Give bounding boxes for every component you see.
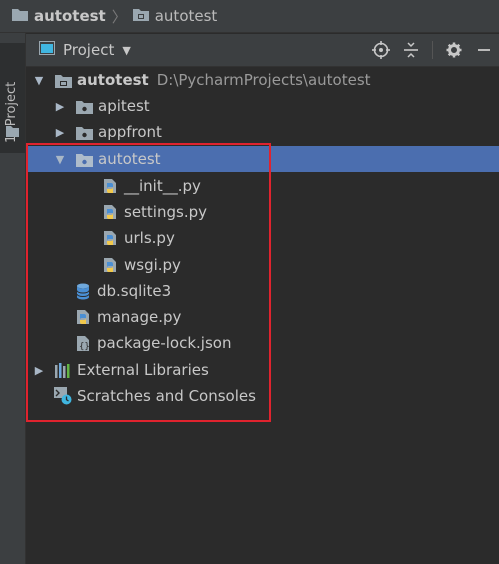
- python-file-icon: [101, 203, 119, 221]
- expand-arrow-icon[interactable]: ▶: [53, 100, 67, 113]
- toolbar-separator: [432, 41, 433, 59]
- tree-node-label: package-lock.json: [97, 334, 232, 352]
- folder-icon: [54, 71, 72, 89]
- project-tool-tab[interactable]: 1: Project: [0, 43, 25, 153]
- project-toolbar: Project ▼: [26, 34, 499, 67]
- tree-node-label: settings.py: [124, 203, 207, 221]
- tree-node-db-sqlite3[interactable]: db.sqlite3: [26, 278, 499, 304]
- tree-node-package-lock-json[interactable]: {} package-lock.json: [26, 330, 499, 356]
- breadcrumb-label: autotest: [34, 7, 106, 25]
- tree-node-urls-py[interactable]: urls.py: [26, 225, 499, 251]
- tree-node-settings-py[interactable]: settings.py: [26, 199, 499, 225]
- project-view-icon: [39, 41, 55, 59]
- project-view-selector[interactable]: Project: [63, 41, 114, 59]
- svg-text:{}: {}: [79, 342, 90, 352]
- tree-node-label: db.sqlite3: [97, 282, 172, 300]
- library-icon: [54, 361, 72, 379]
- folder-icon: [132, 7, 149, 25]
- expand-arrow-icon[interactable]: ▶: [53, 126, 67, 139]
- json-file-icon: {}: [74, 334, 92, 352]
- breadcrumb-item-autotest[interactable]: autotest: [132, 7, 218, 25]
- tree-node-apitest[interactable]: ▶ apitest: [26, 93, 499, 119]
- tree-node-label: urls.py: [124, 229, 175, 247]
- expand-arrow-icon[interactable]: ▼: [53, 153, 67, 166]
- tree-node-scratches-and-consoles[interactable]: Scratches and Consoles: [26, 383, 499, 409]
- collapse-all-icon[interactable]: [396, 36, 426, 64]
- tree-node-label: External Libraries: [77, 361, 209, 379]
- folder-icon: [12, 7, 28, 25]
- tree-node-label: apitest: [98, 97, 150, 115]
- folder-icon: [75, 150, 93, 168]
- tree-node-autotest[interactable]: ▼ autotest: [26, 146, 499, 172]
- folder-icon: [6, 125, 19, 141]
- folder-icon: [75, 97, 93, 115]
- tree-node-appfront[interactable]: ▶ appfront: [26, 119, 499, 145]
- folder-icon: [75, 123, 93, 141]
- locate-icon[interactable]: [366, 36, 396, 64]
- breadcrumb: autotest 〉 autotest: [0, 0, 499, 33]
- caret-down-icon[interactable]: ▼: [122, 44, 130, 57]
- python-file-icon: [101, 256, 119, 274]
- tree-node-init-py[interactable]: __init__.py: [26, 173, 499, 199]
- expand-arrow-icon[interactable]: ▶: [32, 364, 46, 377]
- tree-node-label: appfront: [98, 123, 162, 141]
- gear-icon[interactable]: [439, 36, 469, 64]
- breadcrumb-item-root[interactable]: autotest: [12, 7, 106, 25]
- breadcrumb-separator: 〉: [111, 7, 127, 26]
- python-file-icon: [101, 177, 119, 195]
- tree-node-label: wsgi.py: [124, 256, 181, 274]
- breadcrumb-label: autotest: [154, 7, 218, 25]
- tree-node-label: __init__.py: [124, 177, 201, 195]
- tree-node-manage-py[interactable]: manage.py: [26, 304, 499, 330]
- expand-arrow-icon[interactable]: ▼: [32, 74, 46, 87]
- tool-window-strip: 1: Project: [0, 33, 26, 564]
- tree-node-wsgi-py[interactable]: wsgi.py: [26, 252, 499, 278]
- python-file-icon: [101, 229, 119, 247]
- tree-node-label: manage.py: [97, 308, 182, 326]
- tree-node-label: autotest: [98, 150, 161, 168]
- scratches-icon: [54, 387, 72, 405]
- database-icon: [74, 282, 92, 300]
- tree-node-path: D:\PycharmProjects\autotest: [156, 71, 371, 89]
- hide-icon[interactable]: [469, 36, 499, 64]
- tree-node-label: Scratches and Consoles: [77, 387, 256, 405]
- tree-node-root[interactable]: ▼ autotest D:\PycharmProjects\autotest: [26, 67, 499, 93]
- tree-node-label: autotest: [77, 71, 149, 89]
- python-file-icon: [74, 308, 92, 326]
- tree-node-external-libraries[interactable]: ▶ External Libraries: [26, 357, 499, 383]
